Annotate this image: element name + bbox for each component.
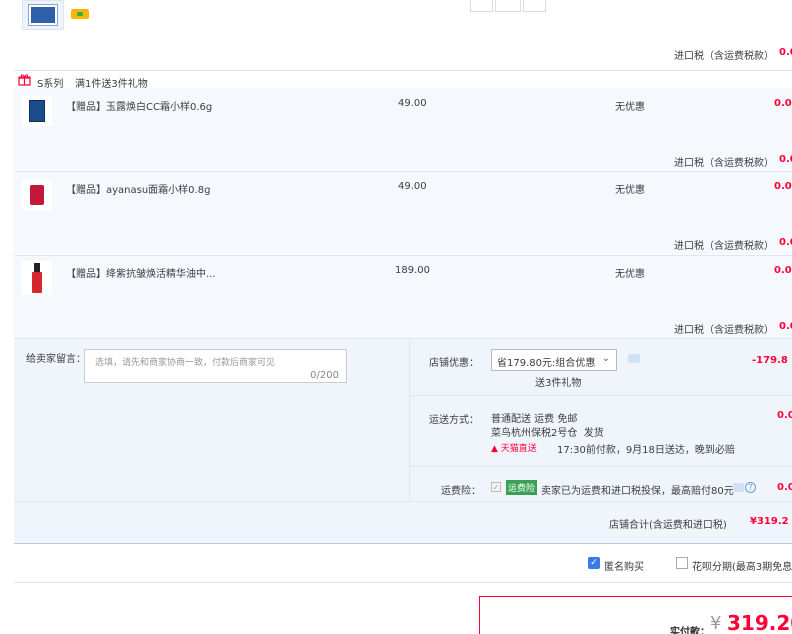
shop-total-value: ¥319.2 — [750, 516, 789, 527]
face-cream-icon — [30, 185, 44, 205]
import-tax-value: 0.0 — [779, 321, 792, 332]
chat-bubble-icon[interactable] — [628, 354, 640, 363]
seller-message-textarea[interactable]: 选填，请先和商家协商一致，付款后商家可见 0/200 — [84, 349, 347, 383]
shop-discount-label: 店铺优惠： — [429, 358, 479, 369]
product-subtotal: 0.0 — [774, 265, 792, 276]
product-thumbnail[interactable] — [22, 261, 52, 295]
insurance-text: 卖家已为运费和进口税投保，最高赔付80元 — [541, 486, 734, 497]
product-subtotal: 0.0 — [774, 181, 792, 192]
import-tax-label: 进口税（含运费税款） — [674, 241, 774, 252]
import-tax-value: 0.0 — [779, 154, 792, 165]
shipping-method: 普通配送 运费 免邮 — [491, 414, 578, 425]
tmall-icon: ▲ — [491, 444, 498, 454]
huabei-checkbox[interactable] — [676, 557, 688, 569]
shop-discount-value: -179.8 — [752, 355, 788, 366]
shop-total-label: 店铺合计(含运费和进口税) — [609, 520, 727, 531]
product-price: 189.00 — [395, 265, 430, 276]
product-discount: 无优惠 — [615, 185, 645, 196]
product-thumbnail[interactable] — [22, 96, 52, 126]
import-tax-label: 进口税（含运费税款） — [674, 158, 774, 169]
insurance-checkbox[interactable]: ✓ — [491, 482, 501, 492]
anonymous-label[interactable]: 匿名购买 — [604, 558, 644, 573]
shipping-warehouse: 菜鸟杭州保税2号仓 发货 — [491, 428, 604, 439]
chat-bubble-icon[interactable] — [733, 483, 744, 492]
product-discount: 无优惠 — [615, 102, 645, 113]
message-placeholder: 选填，请先和商家协商一致，付款后商家可见 — [95, 358, 276, 368]
shipping-label: 运送方式： — [429, 415, 479, 426]
serum-bottle-icon — [32, 263, 42, 293]
payment-amount: 319.20 — [727, 611, 792, 634]
product-name[interactable]: 【赠品】玉露焕白CC霜小样0.6g — [66, 98, 212, 113]
message-label: 给卖家留言： — [26, 354, 86, 365]
help-icon[interactable]: ? — [745, 482, 756, 493]
prev-item-thumb[interactable] — [22, 0, 64, 30]
payment-box: 实付款： ¥ 319.20 — [479, 596, 792, 634]
gift-icon — [18, 74, 31, 86]
shop-discount-selected: 省179.80元:组合优惠 — [497, 358, 596, 369]
shipping-value: 0.0 — [777, 410, 792, 421]
promo-tag-icon — [71, 9, 89, 19]
import-tax-label: 进口税（含运费税款） — [674, 51, 774, 62]
insurance-label: 运费险： — [441, 486, 481, 497]
payment-label: 实付款： — [670, 627, 710, 634]
import-tax-label: 进口税（含运费税款） — [674, 325, 774, 336]
import-tax-value: 0.0 — [779, 237, 792, 248]
product-discount: 无优惠 — [615, 269, 645, 280]
payment-currency: ¥ — [710, 613, 722, 634]
huabei-label[interactable]: 花呗分期(最高3期免息) — [692, 558, 792, 573]
shipping-eta: 17:30前付款，9月18日送达，晚到必赔 — [557, 445, 735, 456]
tmall-direct-badge: ▲ 天猫直送 — [491, 444, 537, 454]
cc-cream-icon — [29, 100, 45, 122]
product-name[interactable]: 【赠品】ayanasu面霜小样0.8g — [66, 181, 210, 196]
message-counter: 0/200 — [310, 370, 339, 381]
import-tax-value: 0.0 — [779, 47, 792, 58]
quantity-stepper[interactable] — [470, 0, 546, 12]
shop-discount-select[interactable]: 省179.80元:组合优惠 ⌄ — [491, 349, 617, 371]
insurance-tag: 运费险 — [506, 480, 538, 495]
shop-discount-note: 送3件礼物 — [535, 378, 582, 389]
chevron-down-icon: ⌄ — [601, 353, 610, 364]
product-thumbnail[interactable] — [22, 180, 52, 210]
product-image-icon — [28, 4, 58, 26]
product-price: 49.00 — [398, 181, 427, 192]
anonymous-checkbox[interactable]: ✓ — [588, 557, 600, 569]
product-subtotal: 0.0 — [774, 98, 792, 109]
product-name[interactable]: 【赠品】绛紫抗皱焕活精华油中... — [66, 265, 216, 280]
product-price: 49.00 — [398, 98, 427, 109]
insurance-value: 0.0 — [777, 482, 792, 493]
